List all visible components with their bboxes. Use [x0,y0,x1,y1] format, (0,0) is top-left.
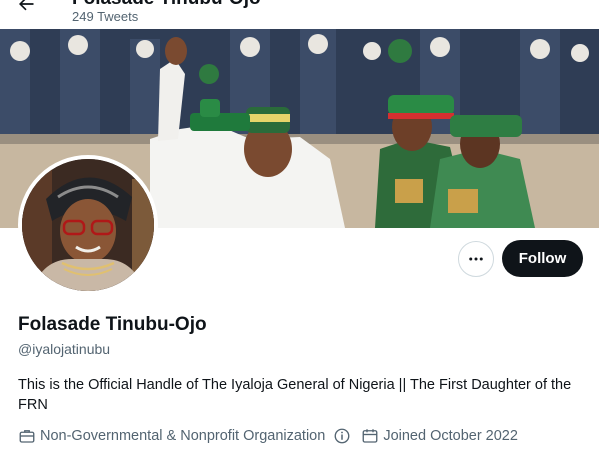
profile-bio: This is the Official Handle of The Iyalo… [18,377,572,413]
info-circle-icon[interactable] [333,427,351,445]
briefcase-icon [18,427,36,445]
avatar-image [22,159,154,291]
calendar-icon [361,427,379,445]
more-options-button[interactable] [458,241,494,277]
follow-button[interactable]: Follow [502,240,583,277]
tweet-count: 249 Tweets [72,9,139,24]
profile-header-bar: Folasade Tinubu-Ojo 249 Tweets [0,0,599,29]
profile-category: Non-Governmental & Nonprofit Organizatio… [40,428,326,444]
profile-joined-date: Joined October 2022 [383,428,518,444]
more-horizontal-icon [469,257,483,261]
profile-display-name: Folasade Tinubu-Ojo [18,314,207,335]
profile-page: Folasade Tinubu-Ojo 249 Tweets [0,0,599,460]
profile-avatar[interactable] [18,155,158,295]
profile-handle: @iyalojatinubu [18,341,111,357]
profile-meta: Non-Governmental & Nonprofit Organizatio… [18,427,518,445]
back-button[interactable] [14,0,38,16]
arrow-left-icon [19,0,34,11]
